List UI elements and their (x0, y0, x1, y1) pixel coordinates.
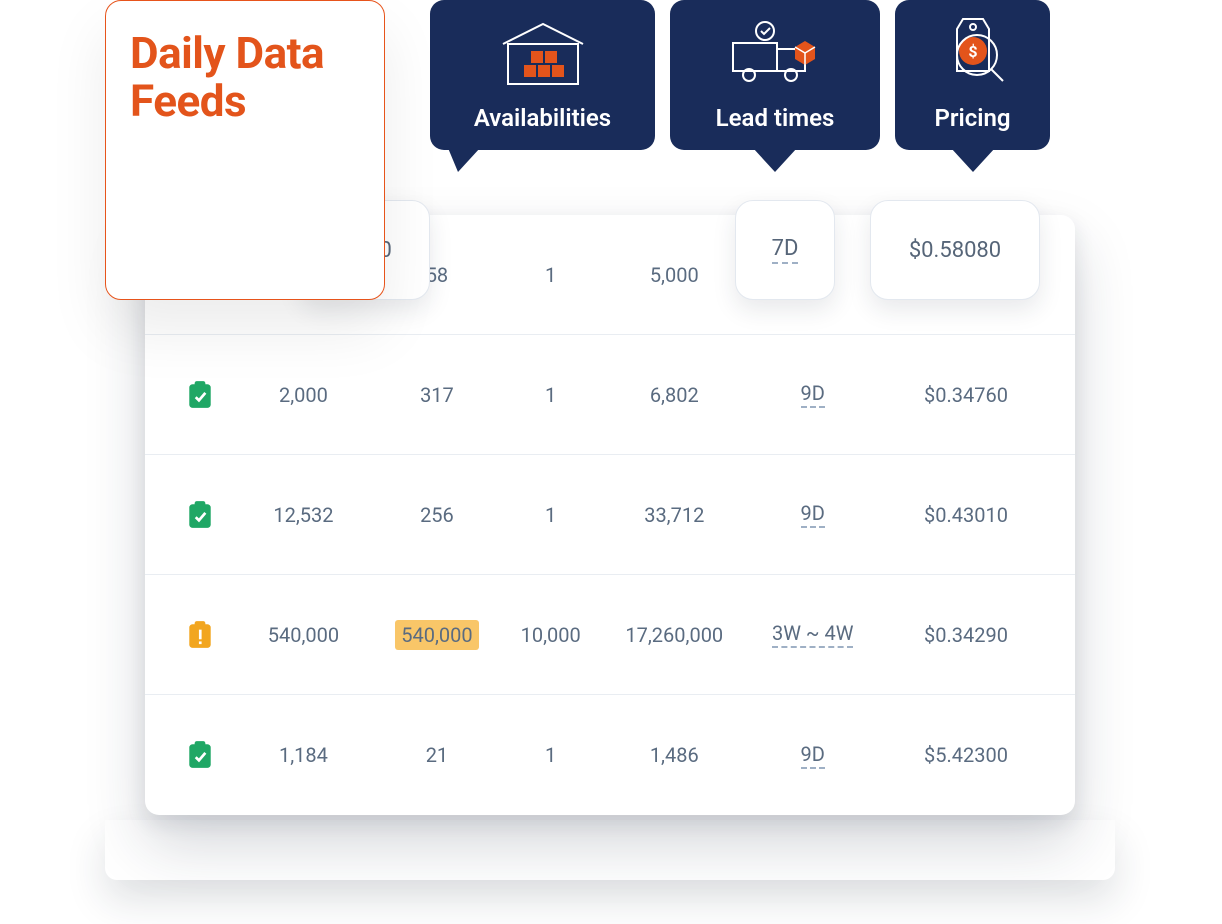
cell-price: $0.34760 (877, 383, 1055, 407)
svg-text:$: $ (968, 42, 977, 61)
cell-col2: 256 (373, 503, 502, 527)
tooltip-availabilities-label: Availabilities (448, 104, 637, 132)
status-cell (165, 500, 234, 530)
table-row[interactable]: 540,000 540,000 10,000 17,260,000 3W ~ 4… (145, 575, 1075, 695)
cell-price: $5.42300 (877, 743, 1055, 767)
price-tag-icon: $ (913, 14, 1032, 94)
cell-availability: 12,532 (234, 503, 372, 527)
cell-col3: 1 (501, 743, 600, 767)
status-ok-icon (187, 740, 213, 770)
status-cell (165, 380, 234, 410)
cell-col2: 317 (373, 383, 502, 407)
cell-lead: 9D (748, 381, 877, 408)
tooltip-availabilities: Availabilities (430, 0, 655, 150)
panel-base (105, 820, 1115, 880)
status-warn-icon (187, 620, 213, 650)
warehouse-icon (448, 14, 637, 94)
cell-availability: 1,184 (234, 743, 372, 767)
cell-col4: 5,000 (600, 263, 748, 287)
cell-col4: 33,712 (600, 503, 748, 527)
cell-col3: 10,000 (501, 623, 600, 647)
status-ok-icon (187, 380, 213, 410)
tooltip-lead-times: Lead times (670, 0, 880, 150)
cell-availability: 2,000 (234, 383, 372, 407)
cell-availability: 540,000 (234, 623, 372, 647)
cell-price: $0.34290 (877, 623, 1055, 647)
status-cell (165, 740, 234, 770)
title-card: Daily Data Feeds (105, 0, 385, 300)
page-title: Daily Data Feeds (130, 29, 360, 126)
cell-col4: 17,260,000 (600, 623, 748, 647)
tooltip-lead-times-label: Lead times (688, 104, 862, 132)
cell-lead: 9D (748, 742, 877, 769)
data-table: 1,000 58 1 5,000 7D $0.58080 2,000 317 1… (145, 215, 1075, 815)
pill-lead-time: 7D (735, 200, 835, 300)
cell-lead: 3W ~ 4W (748, 621, 877, 648)
status-ok-icon (187, 500, 213, 530)
cell-lead: 9D (748, 501, 877, 528)
pill-price-value: $0.58080 (909, 238, 1001, 263)
cell-col2: 21 (373, 743, 502, 767)
table-row[interactable]: 2,000 317 1 6,802 9D $0.34760 (145, 335, 1075, 455)
cell-col3: 1 (501, 263, 600, 287)
cell-col3: 1 (501, 383, 600, 407)
cell-col2: 540,000 (373, 623, 502, 647)
pill-price: $0.58080 (870, 200, 1040, 300)
cell-price: $0.43010 (877, 503, 1055, 527)
tooltip-pricing-label: Pricing (913, 104, 1032, 132)
status-cell (165, 620, 234, 650)
cell-col4: 1,486 (600, 743, 748, 767)
truck-icon (688, 14, 862, 94)
table-row[interactable]: 1,184 21 1 1,486 9D $5.42300 (145, 695, 1075, 815)
cell-col3: 1 (501, 503, 600, 527)
tooltip-pricing: $ Pricing (895, 0, 1050, 150)
cell-col4: 6,802 (600, 383, 748, 407)
pill-lead-value: 7D (772, 236, 799, 264)
table-row[interactable]: 12,532 256 1 33,712 9D $0.43010 (145, 455, 1075, 575)
